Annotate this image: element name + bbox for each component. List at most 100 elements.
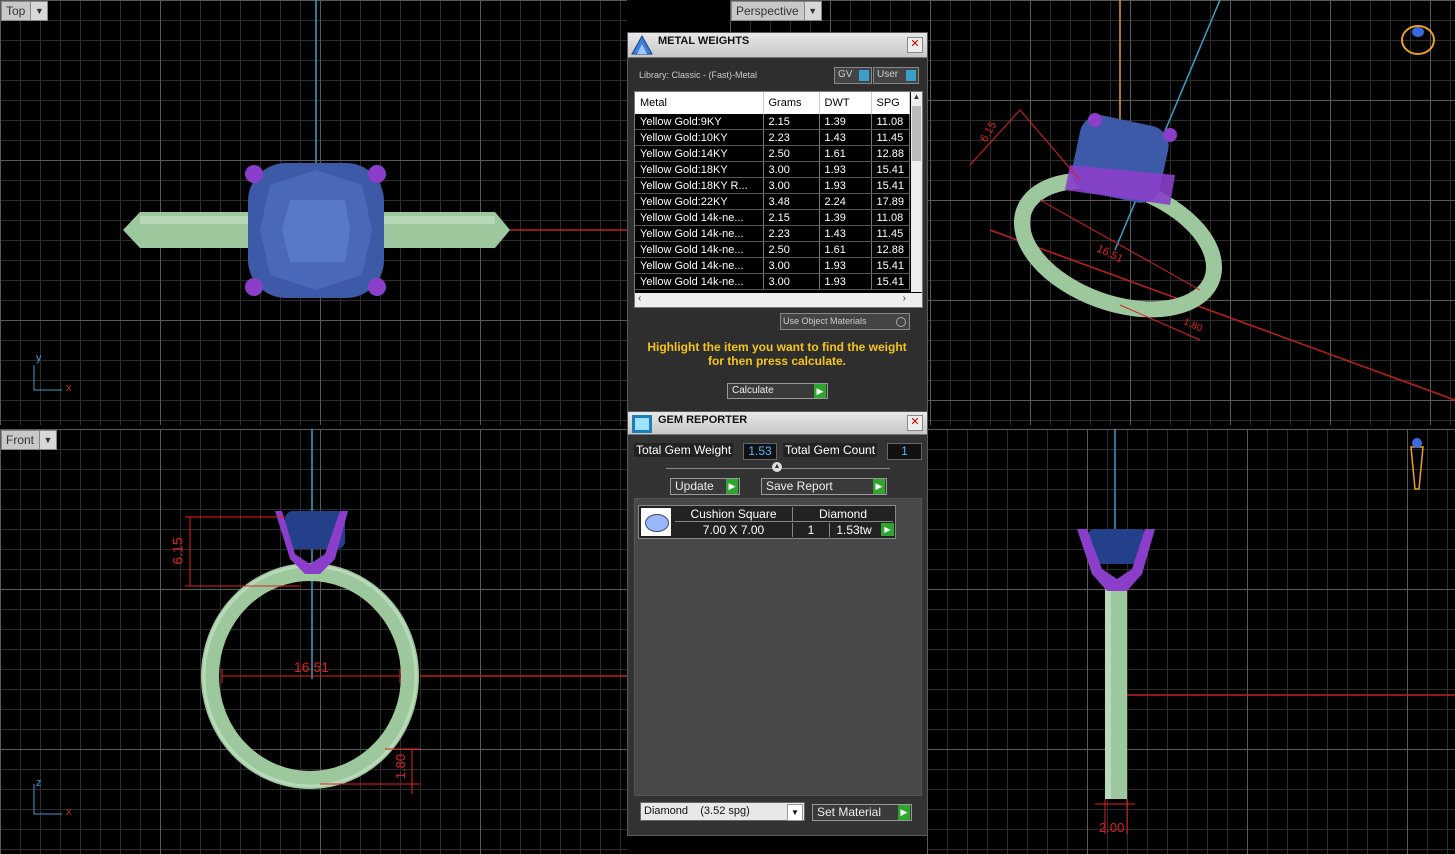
dim-label-width: 2.00 bbox=[1099, 820, 1125, 835]
dropdown-arrow-icon[interactable]: ▼ bbox=[30, 2, 48, 20]
instruction-text: Highlight the item you want to find the … bbox=[647, 340, 907, 368]
dim-label-diameter: 16.51 bbox=[294, 659, 330, 675]
column-header[interactable]: SPG bbox=[871, 92, 910, 114]
user-toggle[interactable]: User bbox=[873, 67, 919, 84]
table-cell-dwt: 1.43 bbox=[819, 129, 872, 146]
use-object-materials-toggle[interactable]: Use Object Materials bbox=[780, 313, 910, 330]
scroll-up-icon[interactable]: ▲ bbox=[911, 92, 922, 101]
table-cell-dwt: 1.93 bbox=[819, 273, 872, 290]
gem-shape: Cushion Square bbox=[675, 507, 793, 522]
gem-count: 1 bbox=[793, 523, 830, 537]
table-cell-spg: 15.41 bbox=[871, 177, 910, 194]
viewport-top[interactable]: Top ▼ y x bbox=[0, 0, 627, 425]
play-arrow-icon: ▶ bbox=[873, 479, 885, 494]
dim-label-band: 1.80 bbox=[393, 753, 409, 780]
table-row[interactable]: Yellow Gold:18KY 3.00 1.93 15.41 bbox=[635, 161, 910, 178]
front-view-model bbox=[33, 429, 627, 815]
gizmo-icon[interactable] bbox=[1409, 22, 1443, 56]
table-cell-dwt: 1.39 bbox=[819, 114, 872, 130]
material-select[interactable]: Diamond (3.52 spg) ▼ bbox=[640, 802, 805, 821]
table-cell-metal: Yellow Gold 14k-ne... bbox=[635, 241, 764, 258]
table-row[interactable]: Yellow Gold:18KY R... 3.00 1.93 15.41 bbox=[635, 177, 910, 194]
axis-x-label: x bbox=[66, 806, 72, 818]
dropdown-arrow-icon[interactable]: ▼ bbox=[803, 2, 821, 20]
scrollbar-thumb[interactable] bbox=[912, 106, 921, 161]
gem-reporter-titlebar[interactable]: GEM REPORTER ✕ bbox=[628, 412, 927, 435]
column-header[interactable]: DWT bbox=[819, 92, 872, 114]
vertical-scrollbar[interactable]: ▲ bbox=[911, 92, 922, 292]
table-cell-dwt: 1.93 bbox=[819, 161, 872, 178]
table-row[interactable]: Yellow Gold:22KY 3.48 2.24 17.89 bbox=[635, 193, 910, 210]
table-cell-spg: 12.88 bbox=[871, 145, 910, 162]
viewport-side[interactable]: 2.00 bbox=[927, 429, 1455, 854]
table-cell-spg: 11.08 bbox=[871, 209, 910, 226]
table-cell-spg: 15.41 bbox=[871, 257, 910, 274]
table-row[interactable]: Yellow Gold 14k-ne... 2.23 1.43 11.45 bbox=[635, 225, 910, 242]
top-view-model bbox=[33, 0, 627, 391]
play-arrow-icon[interactable]: ▶ bbox=[881, 523, 894, 536]
metal-weights-title: METAL WEIGHTS bbox=[658, 35, 750, 47]
viewport-label-top[interactable]: Top ▼ bbox=[1, 1, 49, 21]
viewport-label-front[interactable]: Front ▼ bbox=[1, 430, 58, 450]
total-weight-value: 1.53 bbox=[743, 443, 777, 460]
table-row[interactable]: Yellow Gold:10KY 2.23 1.43 11.45 bbox=[635, 129, 910, 146]
table-cell-spg: 15.41 bbox=[871, 161, 910, 178]
column-header[interactable]: Grams bbox=[763, 92, 820, 114]
play-arrow-icon: ▶ bbox=[898, 805, 910, 820]
table-cell-grams: 2.23 bbox=[763, 225, 820, 242]
set-material-button[interactable]: Set Material ▶ bbox=[812, 804, 912, 821]
table-cell-grams: 2.15 bbox=[763, 209, 820, 226]
table-cell-metal: Yellow Gold:10KY bbox=[635, 129, 764, 146]
gizmo-icon[interactable] bbox=[1411, 439, 1435, 493]
table-cell-grams: 3.48 bbox=[763, 193, 820, 210]
library-label: Library: Classic - (Fast)-Metal bbox=[639, 70, 758, 80]
table-cell-grams: 3.00 bbox=[763, 273, 820, 290]
gem-list-item[interactable]: Cushion Square 7.00 X 7.00 Diamond 1 1.5… bbox=[638, 505, 896, 539]
update-button[interactable]: Update ▶ bbox=[670, 478, 740, 495]
table-cell-grams: 3.00 bbox=[763, 161, 820, 178]
table-cell-dwt: 1.61 bbox=[819, 145, 872, 162]
table-cell-dwt: 1.43 bbox=[819, 225, 872, 242]
table-cell-metal: Yellow Gold 14k-ne... bbox=[635, 257, 764, 274]
metal-weights-logo-icon bbox=[631, 34, 653, 55]
table-cell-metal: Yellow Gold 14k-ne... bbox=[635, 209, 764, 226]
close-icon[interactable]: ✕ bbox=[907, 415, 923, 431]
metal-table-container[interactable]: Metal Grams DWT SPG Yellow Gold:9KY 2.15 1… bbox=[634, 91, 923, 308]
table-row[interactable]: Yellow Gold:9KY 2.15 1.39 11.08 bbox=[635, 114, 910, 130]
table-row[interactable]: Yellow Gold 14k-ne... 3.00 1.93 15.41 bbox=[635, 273, 910, 290]
table-cell-grams: 2.23 bbox=[763, 129, 820, 146]
metal-weights-titlebar[interactable]: METAL WEIGHTS ✕ bbox=[628, 33, 927, 58]
table-row[interactable]: Yellow Gold:14KY 2.50 1.61 12.88 bbox=[635, 145, 910, 162]
save-report-button[interactable]: Save Report ▶ bbox=[761, 478, 887, 495]
viewport-label-perspective[interactable]: Perspective ▼ bbox=[731, 1, 822, 21]
play-arrow-icon: ▶ bbox=[726, 479, 738, 494]
axis-z-label: z bbox=[36, 777, 42, 789]
horizontal-scrollbar[interactable]: ‹ › bbox=[635, 293, 922, 307]
play-arrow-icon: ▶ bbox=[814, 384, 826, 398]
table-cell-grams: 3.00 bbox=[763, 177, 820, 194]
gem-size: 7.00 X 7.00 bbox=[675, 523, 793, 537]
table-cell-grams: 2.15 bbox=[763, 114, 820, 130]
total-count-value: 1 bbox=[887, 443, 922, 460]
viewport-front[interactable]: Front ▼ 6.15 16.51 1.80 z x bbox=[0, 429, 627, 854]
dim-label-height: 6.15 bbox=[169, 537, 186, 565]
close-icon[interactable]: ✕ bbox=[907, 37, 923, 53]
chevron-down-icon[interactable]: ▼ bbox=[787, 804, 803, 821]
column-header[interactable]: Metal bbox=[635, 92, 764, 114]
side-view-model bbox=[1077, 429, 1455, 834]
gv-toggle[interactable]: GV bbox=[834, 67, 872, 84]
table-row[interactable]: Yellow Gold 14k-ne... 2.15 1.39 11.08 bbox=[635, 209, 910, 226]
table-cell-metal: Yellow Gold 14k-ne... bbox=[635, 225, 764, 242]
table-cell-metal: Yellow Gold:14KY bbox=[635, 145, 764, 162]
table-row[interactable]: Yellow Gold 14k-ne... 2.50 1.61 12.88 bbox=[635, 241, 910, 258]
axis-y-label: y bbox=[36, 352, 42, 364]
cushion-gem-icon bbox=[641, 508, 671, 536]
total-weight-label: Total Gem Weight bbox=[634, 443, 734, 457]
scroll-right-icon[interactable]: › bbox=[903, 293, 906, 304]
dropdown-arrow-icon[interactable]: ▼ bbox=[39, 431, 57, 449]
scroll-left-icon[interactable]: ‹ bbox=[638, 293, 641, 304]
calculate-button[interactable]: Calculate ▶ bbox=[727, 383, 828, 399]
table-row[interactable]: Yellow Gold 14k-ne... 3.00 1.93 15.41 bbox=[635, 257, 910, 274]
collapse-icon[interactable]: ▲ bbox=[772, 462, 782, 472]
table-cell-grams: 3.00 bbox=[763, 257, 820, 274]
